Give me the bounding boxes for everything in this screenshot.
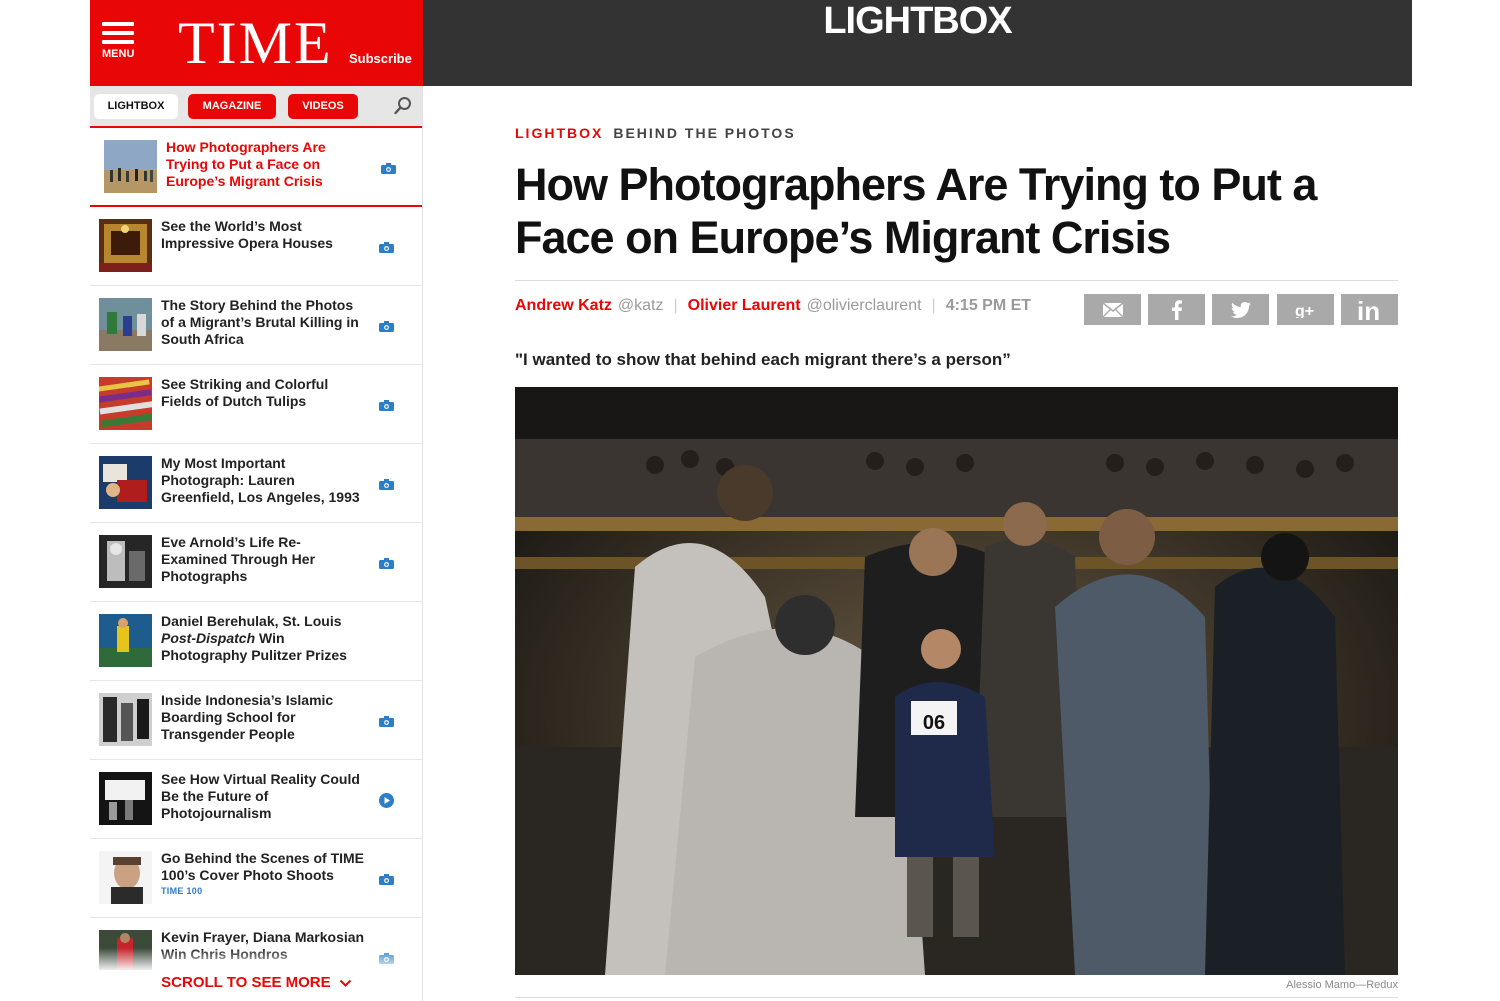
author-name[interactable]: Andrew Katz [515,297,612,314]
list-item-title: Daniel Berehulak, St. Louis Post-Dispatc… [161,613,347,663]
camera-icon [379,716,394,727]
share-facebook-button[interactable] [1148,294,1205,325]
author-handle[interactable]: @olivierclaurent [807,297,922,314]
byline-separator: | [931,297,936,314]
byline-separator: | [673,297,678,314]
tag-label[interactable]: TIME 100 [161,886,366,896]
kicker: LIGHTBOX BEHIND THE PHOTOS [515,125,796,141]
article-dek: "I wanted to show that behind each migra… [515,350,1011,369]
section-header-bar: LIGHTBOX [423,0,1412,86]
thumbnail-image [99,772,152,825]
list-item[interactable]: Eve Arnold’s Life Re-Examined Through He… [90,523,422,602]
scroll-to-see-more[interactable]: SCROLL TO SEE MORE [90,970,422,1001]
list-item[interactable]: The Story Behind the Photos of a Migrant… [90,286,422,365]
tab-lightbox[interactable]: LIGHTBOX [94,94,178,119]
list-item[interactable]: My Most Important Photograph: Lauren Gre… [90,444,422,523]
sidebar: LIGHTBOX MAGAZINE VIDEOS How Photographe… [90,86,423,1001]
list-item-title: Inside Indonesia’s Islamic Boarding Scho… [161,692,334,742]
google-plus-icon: g+ [1295,303,1314,318]
author-name[interactable]: Olivier Laurent [688,297,801,314]
thumbnail-image [104,140,157,193]
camera-icon [379,558,394,569]
menu-button[interactable]: MENU [102,22,138,68]
article-photo[interactable]: 06 [515,387,1398,975]
thumbnail-image [99,614,152,667]
camera-icon [379,321,394,332]
thumbnail-image [99,693,152,746]
svg-text:in: in [1357,298,1380,322]
share-linkedin-button[interactable]: in [1341,294,1398,325]
kicker-section-link[interactable]: LIGHTBOX [515,125,603,141]
list-item[interactable]: Inside Indonesia’s Islamic Boarding Scho… [90,681,422,760]
twitter-icon [1230,301,1251,318]
camera-icon [379,874,394,885]
camera-icon [379,479,394,490]
list-item-title: See How Virtual Reality Could Be the Fut… [161,771,360,821]
hamburger-icon [102,22,134,26]
thumbnail-image [99,377,152,430]
list-item-title: See Striking and Colorful Fields of Dutc… [161,376,329,409]
thumbnail-image [99,298,152,351]
share-buttons: g+ in [1084,294,1398,325]
camera-icon [381,163,396,174]
article: LIGHTBOX BEHIND THE PHOTOS How Photograph… [515,86,1398,1001]
list-item[interactable]: Go Behind the Scenes of TIME 100’s Cover… [90,839,422,918]
thumbnail-image [99,456,152,509]
share-google-plus-button[interactable]: g+ [1277,294,1334,325]
subscribe-link[interactable]: Subscribe [349,51,412,66]
publish-time: 4:15 PM ET [945,297,1032,314]
menu-label: MENU [102,48,135,60]
list-item[interactable]: See How Virtual Reality Could Be the Fut… [90,760,422,839]
time-logo[interactable]: TIME [178,8,333,78]
facebook-icon [1171,299,1182,320]
sidebar-article-list: How Photographers Are Trying to Put a Fa… [90,128,422,997]
tab-magazine[interactable]: MAGAZINE [188,94,276,119]
thumbnail-image [99,219,152,272]
list-item[interactable]: See Striking and Colorful Fields of Dutc… [90,365,422,444]
photo-tag-number: 06 [923,712,945,734]
time-brand-header: MENU TIME Subscribe [90,0,423,86]
divider [515,280,1398,281]
thumbnail-image [99,851,152,904]
camera-icon [379,242,394,253]
play-icon [379,793,394,808]
linkedin-icon: in [1357,298,1380,322]
tab-videos[interactable]: VIDEOS [288,94,358,119]
search-icon[interactable] [393,96,413,116]
list-item-title: See the World’s Most Impressive Opera Ho… [161,218,333,251]
byline: Andrew Katz @katz | Olivier Laurent @olivier… [515,296,1031,316]
divider [515,997,1398,998]
list-item[interactable]: Daniel Berehulak, St. Louis Post-Dispatc… [90,602,422,681]
list-item-title: Go Behind the Scenes of TIME 100’s Cover… [161,850,366,896]
sidebar-tabs: LIGHTBOX MAGAZINE VIDEOS [90,86,422,128]
article-headline: How Photographers Are Trying to Put a Fa… [515,159,1317,263]
share-twitter-button[interactable] [1212,294,1269,325]
list-item[interactable]: How Photographers Are Trying to Put a Fa… [90,128,422,207]
kicker-subsection-link[interactable]: BEHIND THE PHOTOS [613,125,795,141]
section-title[interactable]: LIGHTBOX [423,0,1412,86]
list-item-title: How Photographers Are Trying to Put a Fa… [166,139,326,189]
list-item-title: The Story Behind the Photos of a Migrant… [161,297,359,347]
svg-text:g+: g+ [1295,303,1314,318]
thumbnail-image [99,535,152,588]
chevron-down-icon [339,979,352,987]
email-icon [1102,302,1123,317]
camera-icon [379,400,394,411]
share-email-button[interactable] [1084,294,1141,325]
list-item-title: Eve Arnold’s Life Re-Examined Through He… [161,534,316,584]
list-item-title: My Most Important Photograph: Lauren Gre… [161,455,360,505]
list-item[interactable]: See the World’s Most Impressive Opera Ho… [90,207,422,286]
list-fade [90,948,422,972]
author-handle[interactable]: @katz [618,297,664,314]
photo-credit: Alessio Mamo—Redux [1286,979,1398,991]
